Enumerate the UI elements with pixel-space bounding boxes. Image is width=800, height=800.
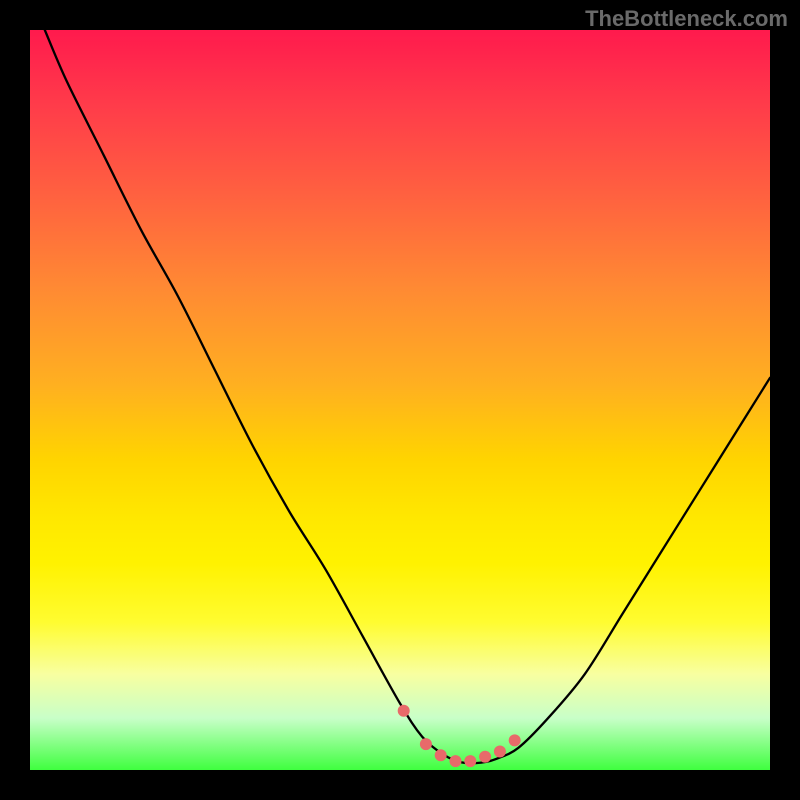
marker-dot	[398, 705, 410, 717]
marker-dot	[479, 751, 491, 763]
marker-dot	[509, 734, 521, 746]
marker-dot	[435, 749, 447, 761]
bottleneck-curve	[45, 30, 770, 763]
marker-dot	[450, 755, 462, 767]
marker-dot	[464, 755, 476, 767]
chart-frame: TheBottleneck.com	[0, 0, 800, 800]
marker-dot	[420, 738, 432, 750]
marker-dot	[494, 746, 506, 758]
chart-overlay	[30, 30, 770, 770]
watermark-text: TheBottleneck.com	[585, 6, 788, 32]
